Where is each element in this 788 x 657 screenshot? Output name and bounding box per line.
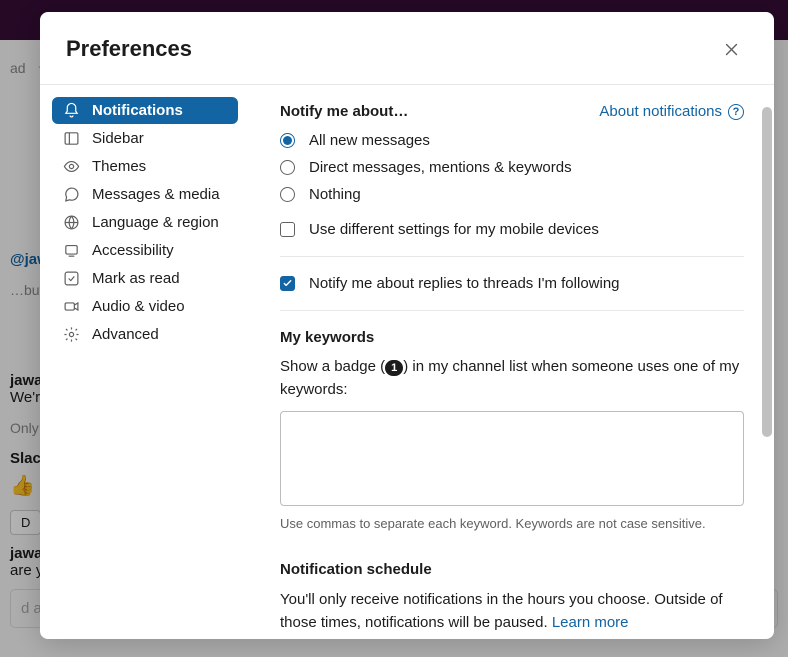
sidebar-item-mark-as-read[interactable]: Mark as read (52, 265, 238, 292)
sidebar-item-label: Accessibility (92, 242, 174, 259)
keywords-hint: Use commas to separate each keyword. Key… (280, 516, 744, 531)
sidebar-item-label: Themes (92, 158, 146, 175)
modal-title: Preferences (66, 36, 192, 62)
gear-icon (62, 326, 80, 343)
sidebar-icon (62, 130, 80, 147)
divider (280, 256, 744, 257)
check-icon (62, 270, 80, 287)
checkbox-icon (280, 222, 295, 237)
globe-icon (62, 214, 80, 231)
question-icon: ? (728, 104, 744, 120)
close-icon (723, 41, 740, 58)
scrollbar-thumb[interactable] (762, 107, 772, 437)
sidebar-item-sidebar[interactable]: Sidebar (52, 125, 238, 152)
preferences-modal: Preferences Notifications Sidebar Themes… (40, 12, 774, 639)
sidebar-item-label: Advanced (92, 326, 159, 343)
preferences-content[interactable]: Notify me about… About notifications ? A… (250, 85, 774, 639)
about-notifications-link[interactable]: About notifications ? (599, 103, 744, 120)
sidebar-item-label: Audio & video (92, 298, 185, 315)
keywords-description: Show a badge (1) in my channel list when… (280, 356, 744, 401)
schedule-description: You'll only receive notifications in the… (280, 588, 744, 635)
radio-all-messages[interactable]: All new messages (280, 132, 744, 149)
sidebar-item-notifications[interactable]: Notifications (52, 97, 238, 124)
radio-icon (280, 133, 295, 148)
radio-direct-messages[interactable]: Direct messages, mentions & keywords (280, 159, 744, 176)
sidebar-item-label: Messages & media (92, 186, 220, 203)
camera-icon (62, 298, 80, 315)
checkbox-icon (280, 276, 295, 291)
eye-icon (62, 158, 80, 175)
radio-icon (280, 187, 295, 202)
badge-icon: 1 (385, 360, 403, 376)
bell-icon (62, 102, 80, 119)
sidebar-item-audio-video[interactable]: Audio & video (52, 293, 238, 320)
sidebar-item-accessibility[interactable]: Accessibility (52, 237, 238, 264)
sidebar-item-advanced[interactable]: Advanced (52, 321, 238, 348)
radio-label: Nothing (309, 186, 361, 203)
sidebar-item-label: Language & region (92, 214, 219, 231)
keywords-heading: My keywords (280, 329, 744, 346)
accessibility-icon (62, 242, 80, 259)
schedule-heading: Notification schedule (280, 561, 744, 578)
sidebar-item-label: Sidebar (92, 130, 144, 147)
radio-nothing[interactable]: Nothing (280, 186, 744, 203)
sidebar-item-messages-media[interactable]: Messages & media (52, 181, 238, 208)
sidebar-item-themes[interactable]: Themes (52, 153, 238, 180)
notify-heading: Notify me about… (280, 103, 408, 120)
sidebar-item-label: Mark as read (92, 270, 180, 287)
sidebar-item-label: Notifications (92, 102, 183, 119)
keywords-input[interactable] (280, 411, 744, 506)
checkbox-mobile-settings[interactable]: Use different settings for my mobile dev… (280, 221, 744, 238)
radio-icon (280, 160, 295, 175)
close-button[interactable] (714, 32, 748, 66)
radio-label: All new messages (309, 132, 430, 149)
preferences-sidebar: Notifications Sidebar Themes Messages & … (40, 85, 250, 639)
checkbox-label: Use different settings for my mobile dev… (309, 221, 599, 238)
chat-icon (62, 186, 80, 203)
divider (280, 310, 744, 311)
checkbox-thread-replies[interactable]: Notify me about replies to threads I'm f… (280, 275, 744, 292)
learn-more-link[interactable]: Learn more (552, 614, 629, 631)
radio-label: Direct messages, mentions & keywords (309, 159, 572, 176)
sidebar-item-language-region[interactable]: Language & region (52, 209, 238, 236)
checkbox-label: Notify me about replies to threads I'm f… (309, 275, 620, 292)
